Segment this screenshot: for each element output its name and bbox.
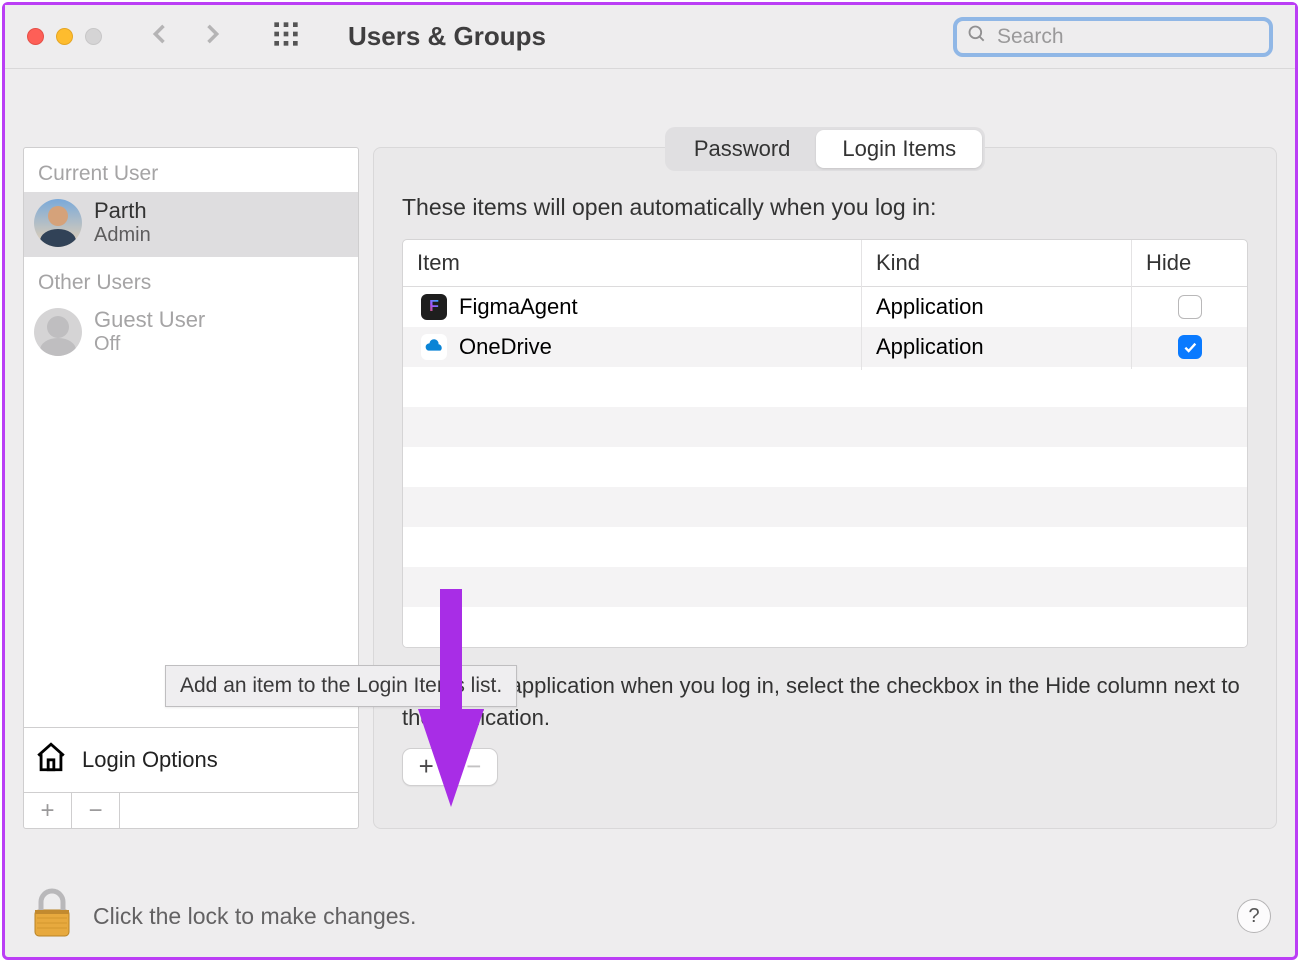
table-row[interactable]: OneDrive Application: [403, 327, 1247, 367]
item-name: OneDrive: [459, 334, 552, 360]
login-options-label: Login Options: [82, 747, 218, 773]
tabs: Password Login Items: [665, 127, 985, 171]
toolbar: Users & Groups: [5, 5, 1295, 69]
hide-checkbox[interactable]: [1178, 335, 1202, 359]
item-kind: Application: [861, 324, 1131, 370]
avatar: [34, 308, 82, 356]
app-icon: F: [421, 294, 447, 320]
users-sidebar: Current User Parth Admin Other Users Gue…: [23, 147, 359, 829]
col-header-kind[interactable]: Kind: [861, 240, 1131, 286]
avatar: [34, 199, 82, 247]
help-button[interactable]: ?: [1237, 899, 1271, 933]
remove-login-item-button[interactable]: −: [451, 751, 498, 782]
user-row-current[interactable]: Parth Admin: [24, 192, 358, 257]
table-row: [403, 447, 1247, 487]
add-login-item-button[interactable]: +: [403, 751, 450, 782]
add-user-button[interactable]: +: [24, 793, 72, 828]
zoom-window-button[interactable]: [85, 28, 102, 45]
show-all-prefs-button[interactable]: [272, 20, 300, 53]
table-row: [403, 607, 1247, 647]
tab-login-items[interactable]: Login Items: [816, 130, 982, 168]
window-title: Users & Groups: [348, 21, 546, 52]
minimize-window-button[interactable]: [56, 28, 73, 45]
hint-text: To hide an application when you log in, …: [402, 670, 1248, 734]
sidebar-add-remove: + −: [24, 792, 358, 828]
back-button[interactable]: [146, 20, 174, 53]
panel-description: These items will open automatically when…: [402, 194, 1248, 221]
tooltip: Add an item to the Login Items list.: [165, 665, 517, 707]
search-icon: [967, 24, 987, 49]
forward-button[interactable]: [198, 20, 226, 53]
user-row-guest[interactable]: Guest User Off: [24, 301, 358, 366]
window-controls: [27, 28, 102, 45]
user-name: Parth: [94, 198, 151, 224]
footer: Click the lock to make changes. ?: [5, 875, 1295, 957]
search-field[interactable]: [953, 17, 1273, 57]
table-row: [403, 487, 1247, 527]
table-row[interactable]: F FigmaAgent Application: [403, 287, 1247, 327]
login-items-table: Item Kind Hide F FigmaAgent Application: [402, 239, 1248, 648]
remove-user-button[interactable]: −: [72, 793, 120, 828]
col-header-item[interactable]: Item: [403, 240, 861, 286]
user-name: Guest User: [94, 307, 205, 333]
search-input[interactable]: [997, 25, 1259, 49]
login-items-panel: These items will open automatically when…: [373, 147, 1277, 829]
item-name: FigmaAgent: [459, 294, 578, 320]
hide-checkbox[interactable]: [1178, 295, 1202, 319]
section-current-user: Current User: [24, 148, 358, 192]
close-window-button[interactable]: [27, 28, 44, 45]
user-role: Off: [94, 333, 205, 356]
app-icon: [421, 334, 447, 360]
table-row: [403, 527, 1247, 567]
table-row: [403, 407, 1247, 447]
house-icon: [34, 740, 68, 780]
col-header-hide[interactable]: Hide: [1131, 240, 1247, 286]
nav-arrows: [146, 20, 226, 53]
footer-text: Click the lock to make changes.: [93, 903, 416, 930]
user-role: Admin: [94, 224, 151, 247]
section-other-users: Other Users: [24, 257, 358, 301]
lock-button[interactable]: [29, 888, 75, 945]
table-row: [403, 367, 1247, 407]
login-options-button[interactable]: Login Options: [24, 727, 358, 792]
table-row: [403, 567, 1247, 607]
add-remove-login-items: + −: [402, 748, 498, 786]
preferences-window: Users & Groups Current User Parth Admin …: [2, 2, 1298, 960]
tab-password[interactable]: Password: [668, 130, 817, 168]
